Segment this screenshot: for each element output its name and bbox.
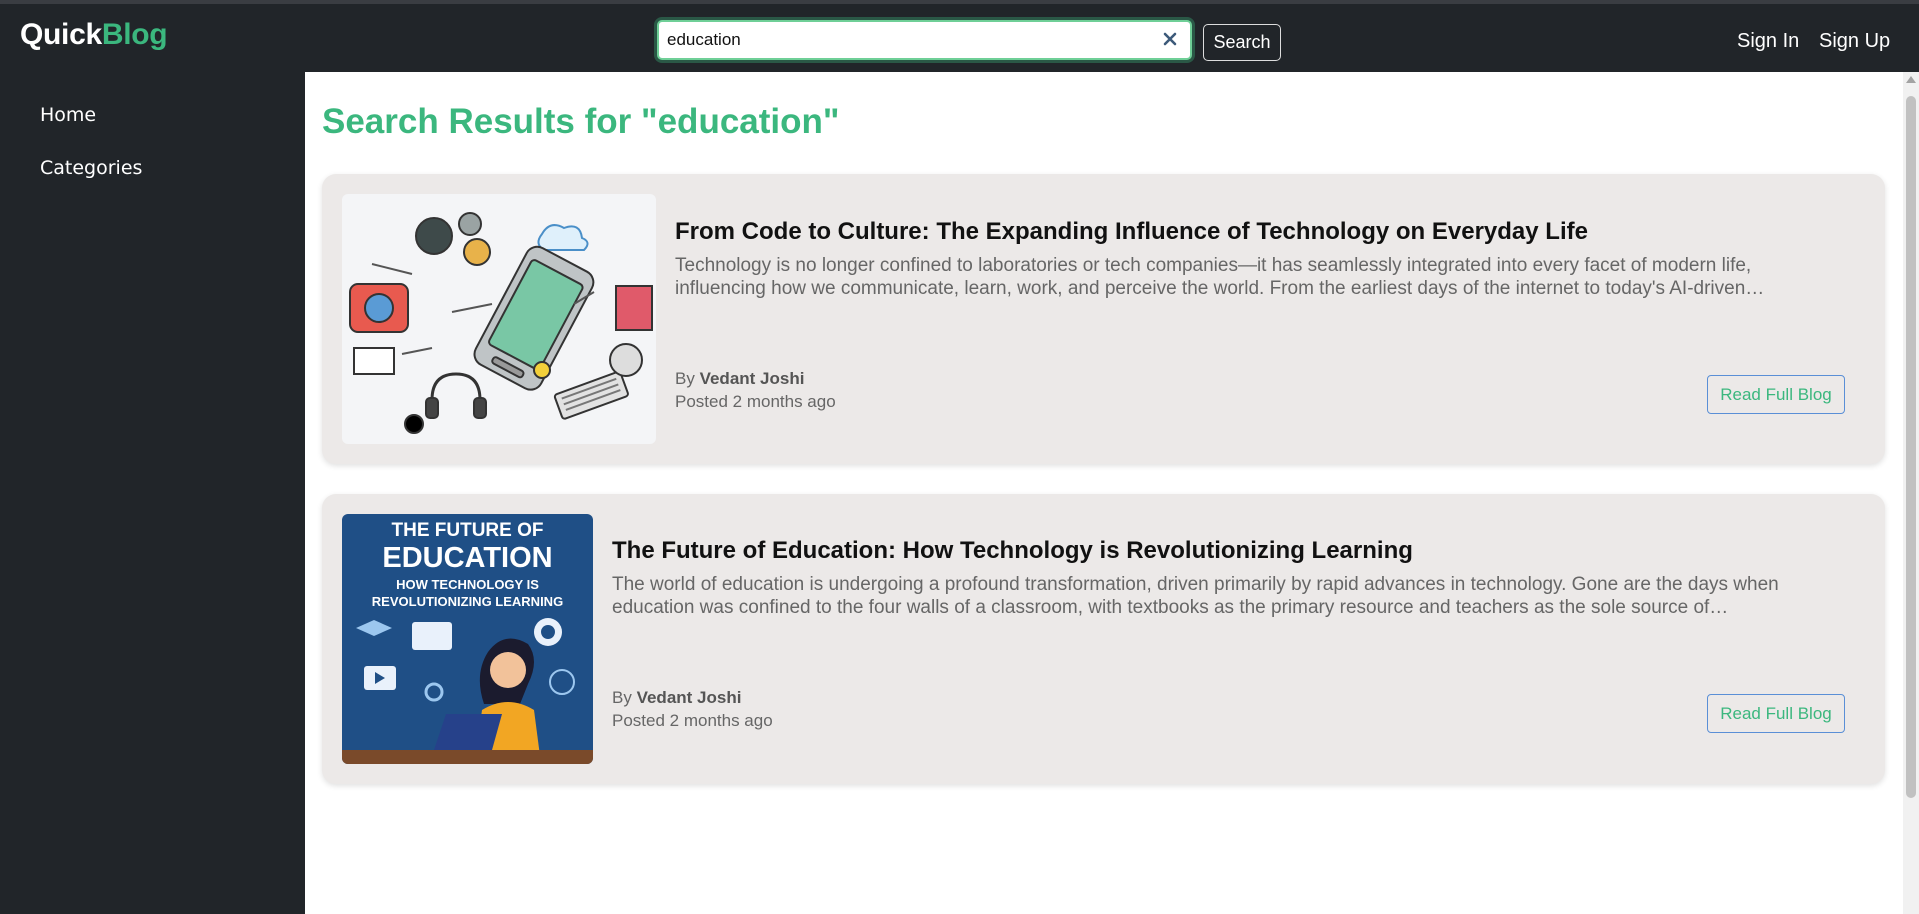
blog-card: From Code to Culture: The Expanding Infl… bbox=[322, 174, 1885, 464]
thumb-line-2: EDUCATION bbox=[382, 542, 553, 574]
byline-label: By bbox=[675, 369, 695, 388]
posted-time: Posted 2 months ago bbox=[675, 392, 836, 411]
search-button[interactable]: Search bbox=[1203, 24, 1281, 61]
blog-card-meta: By Vedant Joshi Posted 2 months ago bbox=[612, 686, 773, 732]
scrollbar-thumb[interactable] bbox=[1906, 96, 1916, 798]
thumb-line-1: THE FUTURE OF bbox=[391, 520, 544, 541]
posted-time: Posted 2 months ago bbox=[612, 711, 773, 730]
sidebar-item-home[interactable]: Home bbox=[40, 104, 96, 126]
thumb-line-4: REVOLUTIONIZING LEARNING bbox=[371, 594, 564, 609]
sidebar: Home Categories bbox=[0, 72, 305, 914]
blog-card: THE FUTURE OF EDUCATION HOW TECHNOLOGY I… bbox=[322, 494, 1885, 784]
byline-label: By bbox=[612, 688, 632, 707]
author-name: Vedant Joshi bbox=[636, 688, 742, 707]
scroll-up-arrow-icon[interactable] bbox=[1906, 76, 1916, 83]
navbar: QuickBlog Search Sign In Sign Up bbox=[0, 4, 1919, 72]
blog-thumbnail-technology bbox=[342, 194, 656, 444]
thumb-line-3: HOW TECHNOLOGY IS bbox=[396, 577, 539, 592]
sidebar-item-categories[interactable]: Categories bbox=[40, 157, 142, 179]
author-name: Vedant Joshi bbox=[699, 369, 805, 388]
clear-search-icon[interactable] bbox=[1160, 29, 1180, 49]
student-laptop-illustration-icon bbox=[342, 618, 593, 764]
blog-card-meta: By Vedant Joshi Posted 2 months ago bbox=[675, 367, 836, 413]
read-full-blog-button[interactable]: Read Full Blog bbox=[1707, 375, 1845, 414]
blog-card-excerpt: The world of education is undergoing a p… bbox=[612, 574, 1779, 618]
sign-in-link[interactable]: Sign In bbox=[1737, 30, 1799, 53]
blog-card-title[interactable]: The Future of Education: How Technology … bbox=[612, 537, 1413, 565]
blog-thumbnail-education: THE FUTURE OF EDUCATION HOW TECHNOLOGY I… bbox=[342, 514, 593, 764]
brand-logo[interactable]: QuickBlog bbox=[20, 18, 168, 52]
search-results-title: Search Results for "education" bbox=[322, 102, 840, 141]
brand-part-blog: Blog bbox=[101, 18, 168, 51]
page-scrollbar[interactable] bbox=[1903, 72, 1919, 914]
brand-part-quick: Quick bbox=[20, 18, 102, 51]
search-input[interactable] bbox=[667, 22, 1147, 58]
blog-card-excerpt: Technology is no longer confined to labo… bbox=[675, 255, 1765, 299]
search-box bbox=[657, 20, 1192, 60]
blog-card-title[interactable]: From Code to Culture: The Expanding Infl… bbox=[675, 218, 1588, 246]
technology-illustration-icon bbox=[342, 194, 656, 444]
sign-up-link[interactable]: Sign Up bbox=[1819, 30, 1890, 53]
read-full-blog-button[interactable]: Read Full Blog bbox=[1707, 694, 1845, 733]
